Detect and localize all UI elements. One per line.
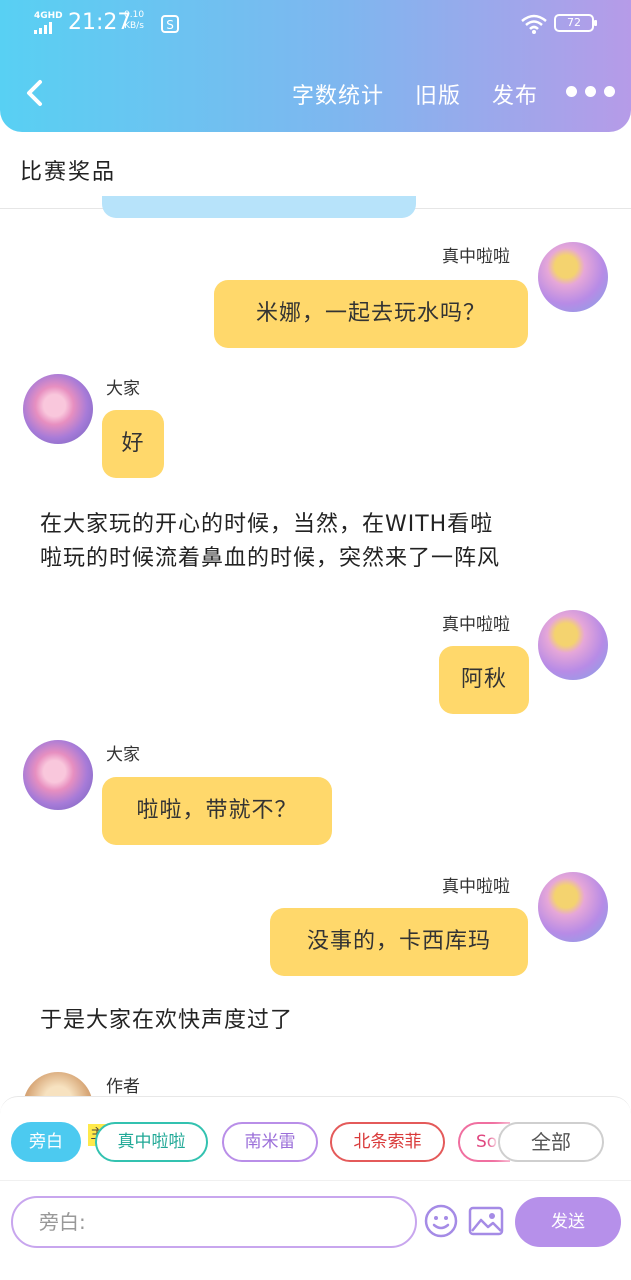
narration-line: 在大家玩的开心的时候，当然，在WITH看啦 <box>40 512 494 537</box>
image-icon[interactable] <box>468 1206 504 1236</box>
message-bubble[interactable]: 没事的，卡西库玛 <box>270 908 528 976</box>
previous-bubble <box>102 196 416 218</box>
narration-text: 于是大家在欢快声度过了 <box>40 1004 293 1038</box>
all-roles-button[interactable]: 全部 <box>498 1122 604 1162</box>
back-icon[interactable] <box>20 76 50 110</box>
message-input[interactable]: 旁白: <box>11 1196 417 1248</box>
sender-name: 真中啦啦 <box>442 877 510 897</box>
emoji-icon[interactable] <box>424 1204 458 1238</box>
narration-text: 在大家玩的开心的时候，当然，在WITH看啦 啦玩的时候流着鼻血的时候，突然来了一… <box>40 508 500 576</box>
role-chip[interactable]: 真中啦啦 <box>95 1122 208 1162</box>
sender-name: 大家 <box>106 379 140 399</box>
word-count-button[interactable]: 字数统计 <box>292 78 384 110</box>
app-notification-icon: S <box>161 15 179 33</box>
narration-line: 啦玩的时候流着鼻血的时候，突然来了一阵风 <box>40 546 501 571</box>
battery-icon: 72 <box>554 14 597 32</box>
avatar-icon[interactable] <box>538 242 608 312</box>
role-chip[interactable]: 北条索菲 <box>330 1122 445 1162</box>
signal-icon <box>34 22 58 34</box>
sender-name: 真中啦啦 <box>442 615 510 635</box>
speed-unit: KB/s <box>124 21 144 31</box>
narration-line: 于是大家在欢快声度过了 <box>40 1008 294 1033</box>
message-bubble[interactable]: 好 <box>102 410 164 478</box>
network-speed: 0.10 KB/s <box>124 10 144 32</box>
sender-name: 真中啦啦 <box>442 247 510 267</box>
role-chip[interactable]: 南米雷 <box>222 1122 318 1162</box>
avatar-icon[interactable] <box>23 740 93 810</box>
publish-button[interactable]: 发布 <box>492 78 538 110</box>
network-type: 4GHD <box>34 11 63 21</box>
divider <box>0 1180 631 1181</box>
sender-name: 大家 <box>106 745 140 765</box>
avatar-icon[interactable] <box>23 374 93 444</box>
message-bubble[interactable]: 啦啦，带就不？ <box>102 777 332 845</box>
speed-value: 0.10 <box>124 10 145 20</box>
avatar-icon[interactable] <box>538 610 608 680</box>
more-icon[interactable] <box>566 86 616 100</box>
old-version-button[interactable]: 旧版 <box>415 78 461 110</box>
status-bar: 4GHD 21:27 0.10 KB/s S 72 <box>0 0 631 46</box>
page-subtitle: 比赛奖品 <box>20 160 117 185</box>
avatar-icon[interactable] <box>538 872 608 942</box>
sender-name: 作者 <box>106 1077 140 1097</box>
top-bar: 4GHD 21:27 0.10 KB/s S 72 字数统计 旧版 发布 <box>0 0 631 132</box>
clock: 21:27 <box>68 10 132 35</box>
message-bubble[interactable]: 阿秋 <box>439 646 529 714</box>
message-bubble[interactable]: 米娜，一起去玩水吗？ <box>214 280 528 348</box>
svg-text:S: S <box>166 18 174 32</box>
send-button[interactable]: 发送 <box>515 1197 621 1247</box>
role-chip-narrator[interactable]: 旁白 <box>11 1122 81 1162</box>
wifi-icon <box>521 14 547 34</box>
